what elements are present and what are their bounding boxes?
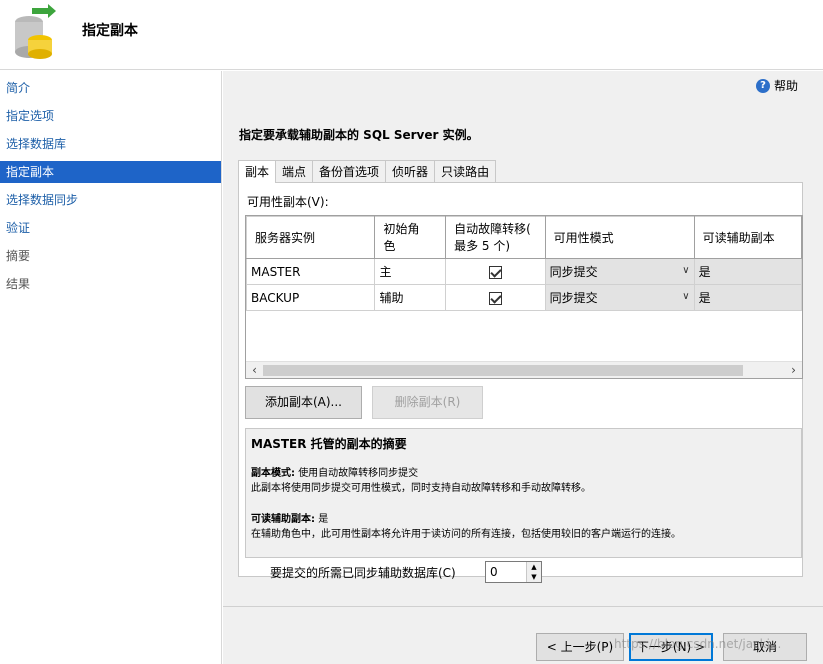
chevron-down-icon[interactable]: ∨ <box>682 291 689 302</box>
cell-readable[interactable]: 是 <box>693 258 802 285</box>
scrollbar-thumb[interactable] <box>263 365 743 376</box>
table-row[interactable]: MASTER 主 同步提交 ∨ 是 <box>246 258 802 285</box>
stepper-down-icon[interactable]: ▼ <box>527 572 541 582</box>
available-replicas-label: 可用性副本(V): <box>247 195 329 209</box>
summary-readable-line: 可读辅助副本: 是 <box>251 512 796 527</box>
main-content: ? 帮助 指定要承载辅助副本的 SQL Server 实例。 副本 端点 备份首… <box>223 71 823 664</box>
horizontal-scrollbar[interactable]: ‹ › <box>246 361 802 378</box>
tab-endpoints[interactable]: 端点 <box>275 160 314 182</box>
tab-readonly-routing[interactable]: 只读路由 <box>434 160 497 182</box>
summary-readable-desc: 在辅助角色中，此可用性副本将允许用于读访问的所有连接，包括使用较旧的客户端运行的… <box>251 529 681 540</box>
replica-summary-panel: MASTER 托管的副本的摘要 副本模式: 使用自动故障转移同步提交 此副本将使… <box>245 428 802 558</box>
availability-mode-select[interactable]: 同步提交 ∨ <box>544 284 695 311</box>
nav-item-validation[interactable]: 验证 <box>0 217 221 239</box>
help-link[interactable]: ? 帮助 <box>755 77 798 94</box>
column-header-instance[interactable]: 服务器实例 <box>246 216 376 259</box>
cell-role[interactable]: 辅助 <box>374 284 447 311</box>
remove-replica-button[interactable]: 删除副本(R) <box>372 386 483 419</box>
table-row[interactable]: BACKUP 辅助 同步提交 ∨ 是 <box>246 284 802 311</box>
summary-mode-value: 使用自动故障转移同步提交 <box>298 468 419 479</box>
replicas-tab-panel: 可用性副本(V): 服务器实例 初始角 色 自动故障转移( 最多 5 个) 可用… <box>238 182 803 577</box>
replicas-grid: 服务器实例 初始角 色 自动故障转移( 最多 5 个) 可用性模式 可读辅助副本… <box>245 215 803 379</box>
cell-instance[interactable]: MASTER <box>246 258 376 285</box>
summary-mode-label: 副本模式: <box>251 468 295 479</box>
help-icon: ? <box>755 78 770 93</box>
summary-readable-value: 是 <box>318 514 329 525</box>
cell-readable[interactable]: 是 <box>693 284 802 311</box>
nav-item-data-sync[interactable]: 选择数据同步 <box>0 189 221 211</box>
nav-item-specify-replicas[interactable]: 指定副本 <box>0 161 221 183</box>
nav-item-select-databases[interactable]: 选择数据库 <box>0 133 221 155</box>
tab-strip: 副本 端点 备份首选项 侦听器 只读路由 <box>238 160 497 183</box>
tab-replicas[interactable]: 副本 <box>238 160 277 183</box>
add-replica-button[interactable]: 添加副本(A)... <box>245 386 362 419</box>
nav-item-intro[interactable]: 简介 <box>0 77 221 99</box>
database-icon <box>15 4 56 59</box>
wizard-sidebar: 简介 指定选项 选择数据库 指定副本 选择数据同步 验证 摘要 结果 <box>0 71 222 664</box>
required-sync-stepper[interactable]: 0 ▲ ▼ <box>485 561 542 583</box>
next-button[interactable]: 下一步(N) > <box>629 633 713 661</box>
cell-auto-failover[interactable] <box>445 258 546 285</box>
chevron-down-icon[interactable]: ∨ <box>682 265 689 276</box>
cell-auto-failover[interactable] <box>445 284 546 311</box>
summary-title: MASTER 托管的副本的摘要 <box>251 437 407 451</box>
column-header-auto-failover[interactable]: 自动故障转移( 最多 5 个) <box>445 216 546 259</box>
stepper-up-icon[interactable]: ▲ <box>527 562 541 572</box>
grid-header-row: 服务器实例 初始角 色 自动故障转移( 最多 5 个) 可用性模式 可读辅助副本 <box>246 216 802 259</box>
summary-readable-label: 可读辅助副本: <box>251 514 315 525</box>
help-label: 帮助 <box>773 79 798 93</box>
nav-item-summary: 摘要 <box>6 249 31 263</box>
select-value: 同步提交 <box>549 265 598 279</box>
availability-mode-select[interactable]: 同步提交 ∨ <box>544 258 695 285</box>
select-value: 同步提交 <box>549 291 598 305</box>
summary-mode-desc: 此副本将使用同步提交可用性模式，同时支持自动故障转移和手动故障转移。 <box>251 483 591 494</box>
footer-divider <box>223 606 823 607</box>
checkbox-checked[interactable] <box>488 265 502 279</box>
checkbox-checked[interactable] <box>488 291 502 305</box>
summary-mode-line: 副本模式: 使用自动故障转移同步提交 <box>251 466 796 481</box>
nav-item-results: 结果 <box>6 277 31 291</box>
column-header-availability-mode[interactable]: 可用性模式 <box>544 216 695 259</box>
required-sync-label: 要提交的所需已同步辅助数据库(C) <box>270 566 456 580</box>
previous-button[interactable]: < 上一步(P) <box>536 633 624 661</box>
nav-item-options[interactable]: 指定选项 <box>0 105 221 127</box>
stepper-value[interactable]: 0 <box>490 565 498 579</box>
cell-role[interactable]: 主 <box>374 258 447 285</box>
cancel-button[interactable]: 取消 <box>723 633 807 661</box>
column-header-role[interactable]: 初始角 色 <box>374 216 447 259</box>
column-header-readable-secondary[interactable]: 可读辅助副本 <box>693 216 802 259</box>
scroll-left-icon[interactable]: ‹ <box>246 362 263 378</box>
cell-instance[interactable]: BACKUP <box>246 284 376 311</box>
scroll-right-icon[interactable]: › <box>785 362 802 378</box>
instruction-text: 指定要承载辅助副本的 SQL Server 实例。 <box>239 128 479 142</box>
tab-backup-preferences[interactable]: 备份首选项 <box>312 160 387 182</box>
page-title: 指定副本 <box>82 23 138 39</box>
stepper-buttons: ▲ ▼ <box>526 562 541 582</box>
tab-listener[interactable]: 侦听器 <box>385 160 436 182</box>
wizard-header: 指定副本 <box>0 0 823 70</box>
